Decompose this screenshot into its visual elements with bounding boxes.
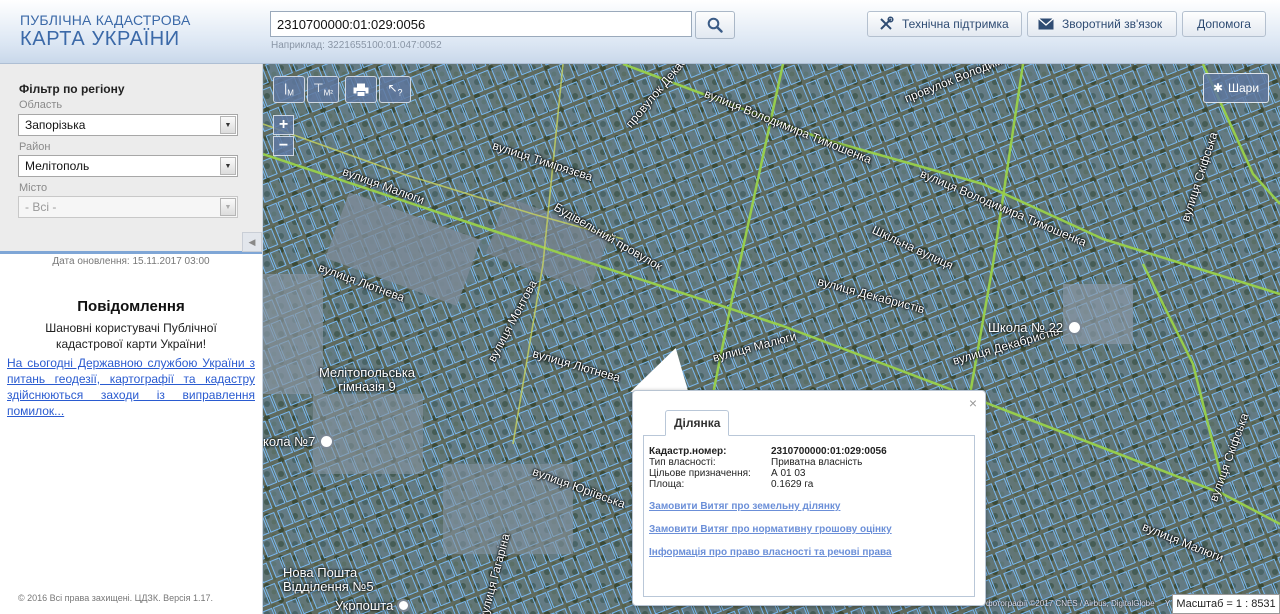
print-tool[interactable] <box>345 76 377 103</box>
notice-link[interactable]: На сьогодні Державною службою України з … <box>7 355 255 419</box>
cadastral-search-input[interactable] <box>270 11 692 37</box>
measure-area-icon: ⊤М² <box>313 81 333 98</box>
tab-parcel[interactable]: Ділянка <box>665 410 730 436</box>
close-icon[interactable]: × <box>969 395 977 411</box>
sidebar: Фільтр по регіону Область Запорізька ▼ Р… <box>0 64 263 614</box>
copyright: © 2016 Всі права захищені. ЦДЗК. Версія … <box>18 593 214 603</box>
region-select[interactable]: Запорізька ▼ <box>18 114 238 136</box>
district-value: Мелітополь <box>25 159 90 173</box>
region-filter: Фільтр по регіону Область Запорізька ▼ Р… <box>0 64 262 254</box>
parcel-popup: × Ділянка Кадастр.номер: 2310700000:01:0… <box>632 390 986 606</box>
logo-line2: КАРТА УКРАЇНИ <box>20 28 180 50</box>
header: ПУБЛІЧНА КАДАСТРОВА КАРТА УКРАЇНИ Наприк… <box>0 0 1280 64</box>
poi-gymnasium-9[interactable]: Мелітопольська гімназія 9 <box>307 366 427 394</box>
scale-indicator: Масштаб = 1 : 8531 <box>1172 594 1280 614</box>
map-attribution: фотографії ©2017 CNES / Airbus, DigitalG… <box>986 599 1171 608</box>
search-button[interactable] <box>695 11 735 39</box>
zoom-in-button[interactable]: + <box>273 115 294 135</box>
help-button[interactable]: Допомога <box>1182 11 1266 37</box>
tools-icon <box>880 16 894 30</box>
poi-label: Мелітопольська гімназія 9 <box>318 365 416 394</box>
poi-ukrposhta[interactable]: Укрпошта <box>335 598 411 613</box>
order-land-extract-link[interactable]: Замовити Витяг про земельну ділянку <box>649 501 840 512</box>
logo-line1: ПУБЛІЧНА КАДАСТРОВА <box>20 12 191 28</box>
mail-icon <box>397 599 411 612</box>
tech-support-label: Технічна підтримка <box>902 17 1009 31</box>
search-icon <box>707 17 723 33</box>
city-value: - Всі - <box>25 200 57 214</box>
identify-tool[interactable]: ↖? <box>379 76 411 103</box>
feedback-label: Зворотний зв'язок <box>1062 17 1163 31</box>
chevron-down-icon: ▼ <box>220 157 236 175</box>
search-example: Наприклад: 3221655100:01:047:0052 <box>271 40 442 51</box>
feedback-button[interactable]: Зворотний зв'язок <box>1027 11 1177 37</box>
help-label: Допомога <box>1197 17 1251 31</box>
poi-label: Укрпошта <box>335 598 394 613</box>
chevron-left-icon: ◀ <box>248 236 256 247</box>
collapse-sidebar-button[interactable]: ◀ <box>242 232 262 252</box>
measure-line-icon: |М <box>284 81 294 98</box>
zoom-out-button[interactable]: − <box>273 136 294 156</box>
site-logo[interactable]: ПУБЛІЧНА КАДАСТРОВА КАРТА УКРАЇНИ <box>20 13 191 49</box>
cursor-question-icon: ↖? <box>387 81 403 98</box>
ownership-info-link[interactable]: Інформація про право власності та речові… <box>649 547 892 558</box>
order-valuation-extract-link[interactable]: Замовити Витяг про нормативну грошову оц… <box>649 524 892 535</box>
district-select[interactable]: Мелітополь ▼ <box>18 155 238 177</box>
poi-school-7[interactable]: кола №7 <box>263 434 335 449</box>
city-select[interactable]: - Всі - ▼ <box>18 196 238 218</box>
school-icon <box>319 434 335 449</box>
district-label: Район <box>19 141 51 153</box>
measure-area-tool[interactable]: ⊤М² <box>307 76 339 103</box>
region-value: Запорізька <box>25 118 86 132</box>
poi-nova-poshta[interactable]: Нова Пошта Відділення №5 <box>283 566 383 594</box>
poi-label: кола №7 <box>263 434 316 449</box>
tech-support-button[interactable]: Технічна підтримка <box>867 11 1022 37</box>
poi-label: Нова Пошта Відділення №5 <box>283 565 374 594</box>
gear-icon: ✱ <box>1212 81 1223 95</box>
poi-label: Школа № 22 <box>988 320 1064 335</box>
layers-button[interactable]: ✱ Шари <box>1203 73 1269 103</box>
notice-title: Повідомлення <box>77 298 185 315</box>
parcel-info-panel: Кадастр.номер: 2310700000:01:029:0056 Ти… <box>643 435 975 597</box>
update-date: Дата оновлення: 15.11.2017 03:00 <box>52 256 210 267</box>
notice-text: Шановні користувачі Публічної кадастрово… <box>45 321 217 351</box>
print-icon <box>353 83 369 97</box>
chevron-down-icon: ▼ <box>220 116 236 134</box>
poi-school-22[interactable]: Школа № 22 <box>988 320 1083 335</box>
school-icon <box>1067 320 1083 335</box>
map-view[interactable]: вулиця Володимира Тимошенка провулок Вол… <box>263 64 1280 614</box>
city-label: Місто <box>19 182 48 194</box>
chevron-down-icon: ▼ <box>220 198 236 216</box>
layers-label: Шари <box>1228 81 1260 95</box>
measure-line-tool[interactable]: |М <box>273 76 305 103</box>
region-label: Область <box>19 99 63 111</box>
envelope-icon <box>1038 18 1054 30</box>
filter-title: Фільтр по регіону <box>19 82 125 96</box>
